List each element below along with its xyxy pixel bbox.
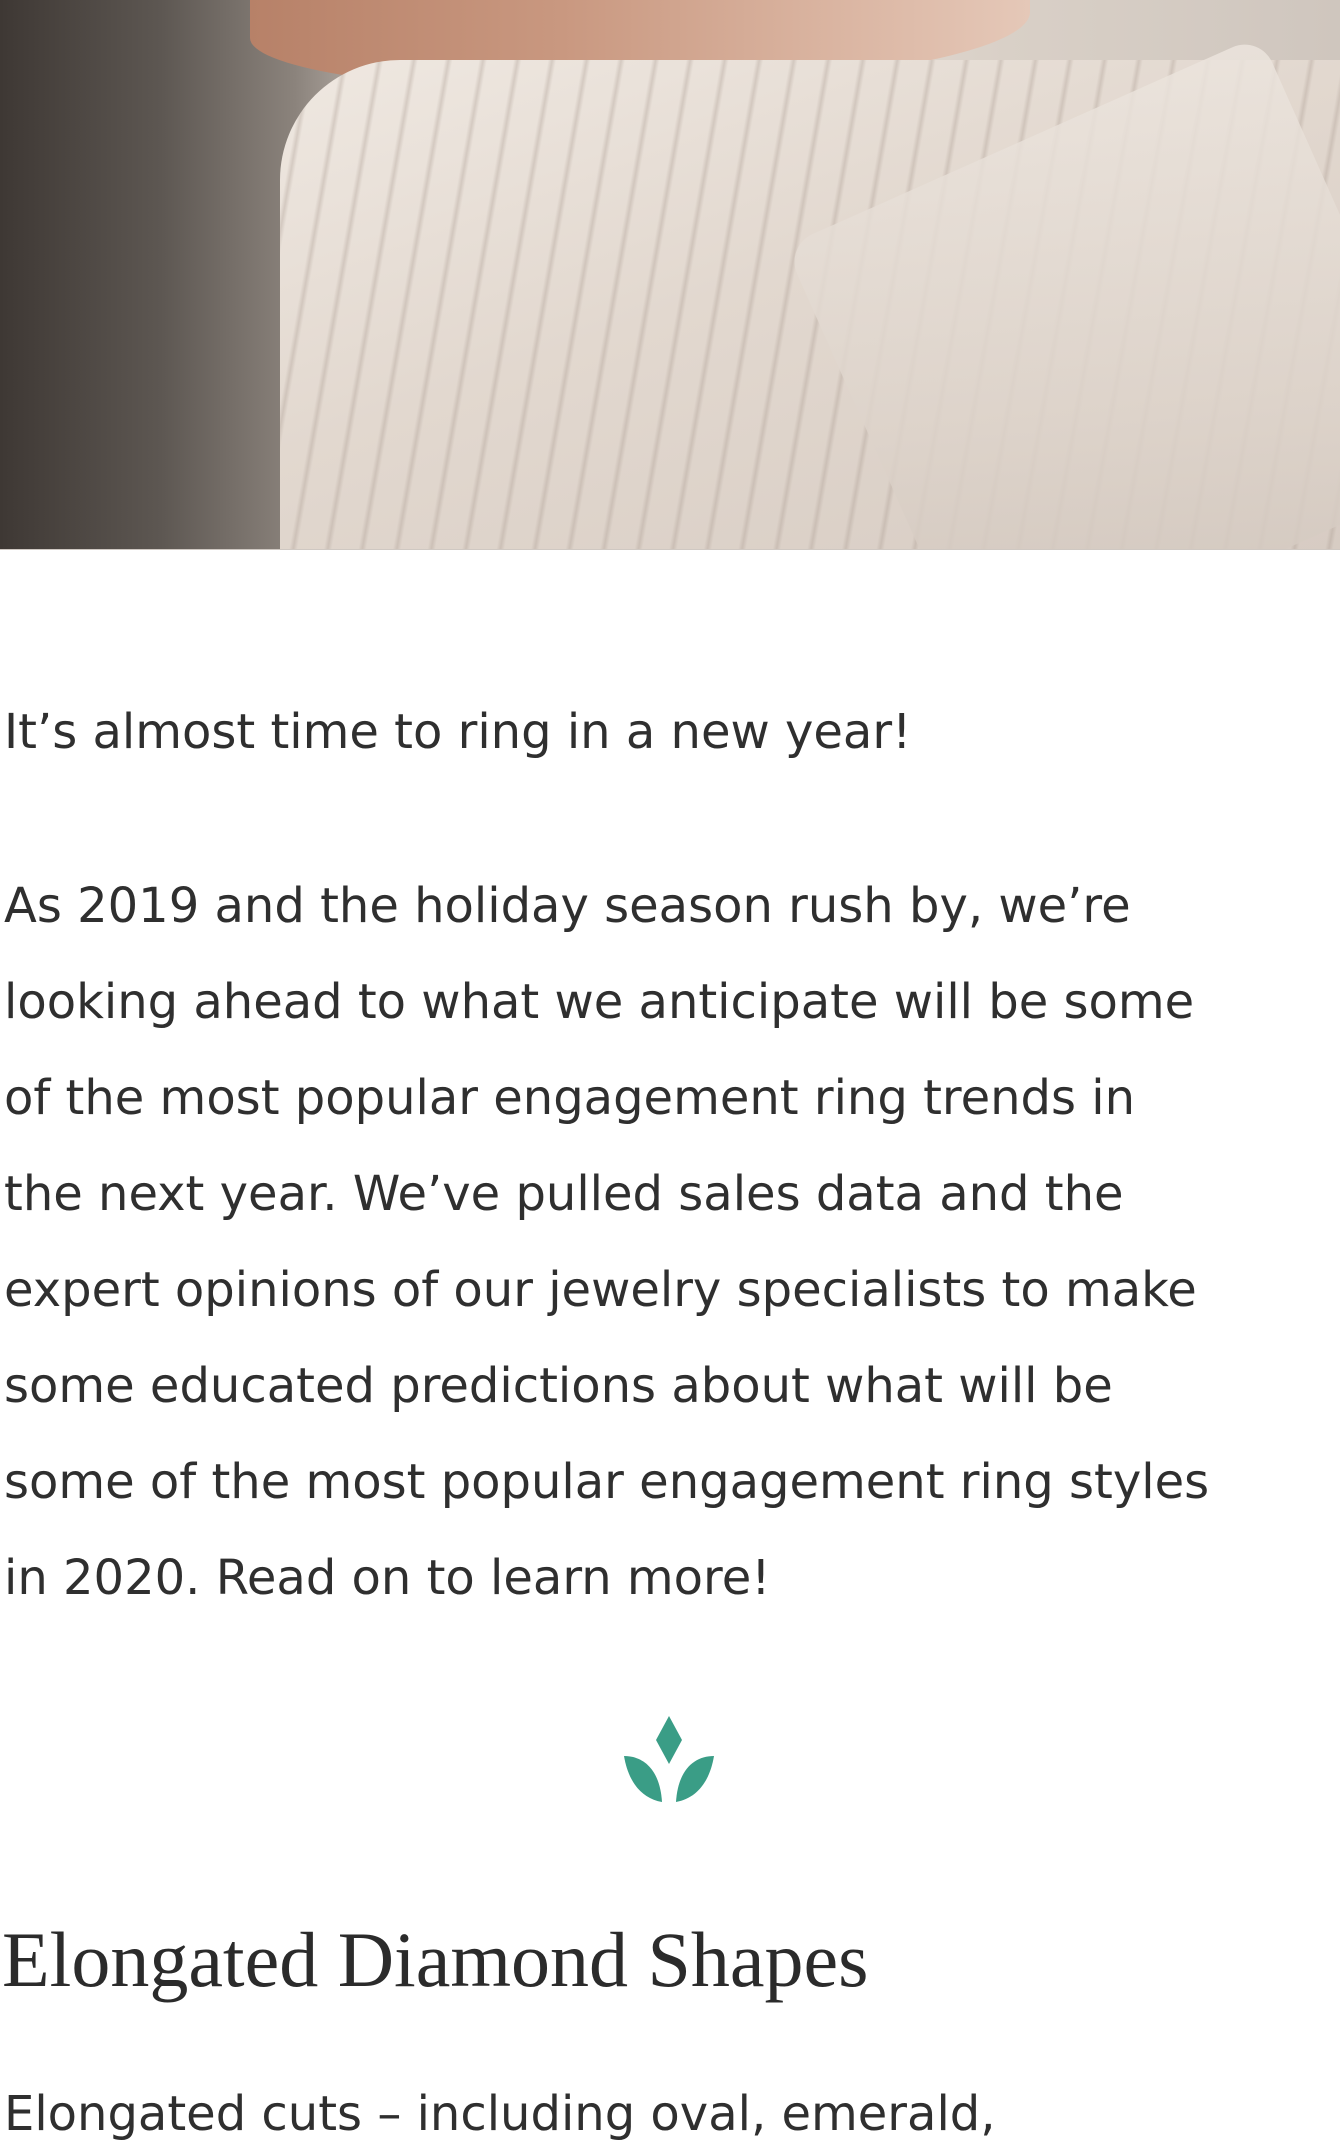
hero-image bbox=[0, 0, 1340, 550]
diamond-leaf-icon bbox=[624, 1716, 714, 1802]
article-body-line: of the most popular engagement ring tren… bbox=[4, 1070, 1136, 1126]
article-body: As 2019 and the holiday season rush by, … bbox=[4, 858, 1334, 1626]
section-title: Elongated Diamond Shapes bbox=[2, 1916, 869, 2003]
article-body-line: looking ahead to what we anticipate will… bbox=[4, 974, 1195, 1030]
article-body-line: the next year. We’ve pulled sales data a… bbox=[4, 1166, 1124, 1222]
article-body-line: some of the most popular engagement ring… bbox=[4, 1454, 1210, 1510]
article-body-line: expert opinions of our jewelry specialis… bbox=[4, 1262, 1197, 1318]
right-leaf-shape bbox=[676, 1756, 714, 1802]
article-body-line: some educated predictions about what wil… bbox=[4, 1358, 1113, 1414]
section-intro: Elongated cuts – including oval, emerald… bbox=[4, 2086, 996, 2142]
article-body-line: in 2020. Read on to learn more! bbox=[4, 1550, 771, 1606]
article-lead: It’s almost time to ring in a new year! bbox=[4, 704, 912, 760]
diamond-shape bbox=[656, 1716, 682, 1764]
article-body-line: As 2019 and the holiday season rush by, … bbox=[4, 878, 1131, 934]
left-leaf-shape bbox=[624, 1756, 662, 1802]
hero-divider bbox=[0, 549, 1340, 550]
